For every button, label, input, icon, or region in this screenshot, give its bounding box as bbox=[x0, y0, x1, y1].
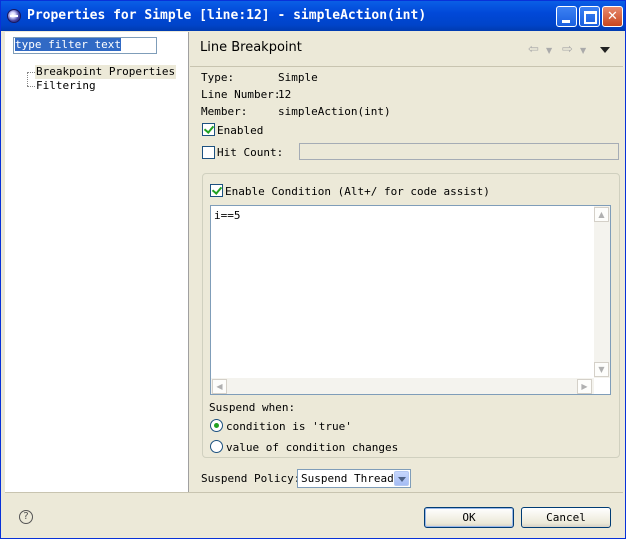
suspend-when-label: Suspend when: bbox=[209, 401, 296, 414]
member-value: simpleAction(int) bbox=[278, 105, 391, 118]
footer-separator bbox=[5, 492, 623, 493]
condition-changes-radio[interactable] bbox=[210, 440, 223, 453]
condition-true-label[interactable]: condition is 'true' bbox=[226, 420, 352, 433]
suspend-policy-select[interactable]: Suspend Thread bbox=[297, 469, 411, 488]
tree-line bbox=[27, 72, 35, 73]
scroll-right-icon[interactable]: ▶ bbox=[577, 379, 592, 394]
type-label: Type: bbox=[201, 71, 235, 84]
tree-line bbox=[27, 72, 28, 86]
forward-arrow-icon[interactable]: ⇨ bbox=[562, 42, 573, 57]
filter-input[interactable]: type filter text bbox=[13, 37, 157, 54]
back-arrow-icon[interactable]: ⇦ bbox=[528, 42, 539, 57]
page-title: Line Breakpoint bbox=[200, 40, 302, 55]
line-number-value: 12 bbox=[278, 88, 292, 101]
back-history-dropdown-icon[interactable]: ▼ bbox=[546, 46, 552, 55]
preference-tree-pane: type filter text Breakpoint Properties F… bbox=[5, 32, 189, 492]
properties-dialog: Properties for Simple [line:12] - simple… bbox=[0, 0, 626, 539]
cancel-button[interactable]: Cancel bbox=[521, 507, 611, 528]
horizontal-scrollbar[interactable]: ◀ ▶ bbox=[211, 378, 594, 394]
properties-page: Line Breakpoint ⇦ ▼ ⇨ ▼ Type: Simple Lin… bbox=[190, 32, 623, 492]
type-value: Simple bbox=[278, 71, 318, 84]
eclipse-icon bbox=[7, 9, 21, 23]
condition-text[interactable]: i==5 bbox=[214, 209, 241, 222]
member-label: Member: bbox=[201, 105, 248, 118]
enabled-label[interactable]: Enabled bbox=[217, 124, 263, 137]
forward-history-dropdown-icon[interactable]: ▼ bbox=[580, 46, 586, 55]
hit-count-checkbox[interactable] bbox=[202, 146, 215, 159]
tree-item-breakpoint-properties[interactable]: Breakpoint Properties bbox=[35, 65, 177, 79]
condition-changes-label[interactable]: value of condition changes bbox=[226, 441, 398, 454]
enable-condition-label[interactable]: Enable Condition (Alt+/ for code assist) bbox=[225, 185, 490, 198]
condition-true-radio[interactable] bbox=[210, 419, 223, 432]
window-title: Properties for Simple [line:12] - simple… bbox=[27, 8, 427, 23]
title-bar[interactable]: Properties for Simple [line:12] - simple… bbox=[1, 1, 625, 31]
suspend-policy-label: Suspend Policy: bbox=[201, 472, 301, 485]
tree-item-filtering[interactable]: Filtering bbox=[35, 79, 97, 93]
header-separator bbox=[190, 66, 623, 67]
view-menu-icon[interactable] bbox=[600, 47, 610, 53]
scroll-down-icon[interactable]: ▼ bbox=[594, 362, 609, 377]
close-button[interactable]: ✕ bbox=[602, 6, 623, 27]
enable-condition-checkbox[interactable] bbox=[210, 184, 223, 197]
hit-count-label[interactable]: Hit Count: bbox=[217, 146, 283, 159]
filter-input-text: type filter text bbox=[15, 38, 121, 51]
minimize-button[interactable] bbox=[556, 6, 577, 27]
scroll-left-icon[interactable]: ◀ bbox=[212, 379, 227, 394]
tree-line bbox=[27, 86, 35, 87]
line-number-label: Line Number: bbox=[201, 88, 281, 101]
scroll-up-icon[interactable]: ▲ bbox=[594, 207, 609, 222]
enabled-checkbox[interactable] bbox=[202, 123, 215, 136]
vertical-scrollbar[interactable]: ▲ ▼ bbox=[594, 206, 610, 378]
condition-editor[interactable]: i==5 ▲ ▼ ◀ ▶ bbox=[210, 205, 611, 395]
maximize-button[interactable] bbox=[579, 6, 600, 27]
help-icon[interactable]: ? bbox=[19, 510, 33, 524]
hit-count-field[interactable] bbox=[299, 143, 619, 160]
close-icon: ✕ bbox=[607, 9, 618, 24]
chevron-down-icon[interactable] bbox=[394, 471, 409, 486]
ok-button[interactable]: OK bbox=[424, 507, 514, 528]
suspend-policy-value: Suspend Thread bbox=[301, 472, 394, 485]
